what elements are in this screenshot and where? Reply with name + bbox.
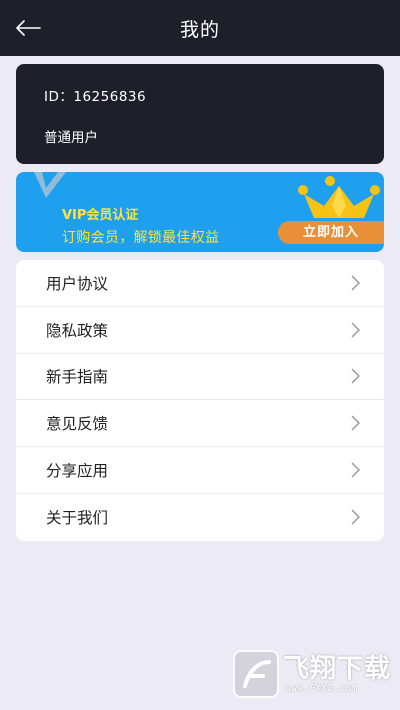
menu-item-privacy-policy[interactable]: 隐私政策 (16, 307, 384, 354)
page-title: 我的 (179, 18, 220, 41)
header-bar: 我的 (0, 0, 400, 56)
chevron-right-icon (351, 509, 360, 525)
crown-icon (298, 176, 380, 218)
user-id: ID：16256836 (44, 89, 147, 105)
app-screen: 我的 ID：16256836 普通用户 VIP会员认证 订购会员，解锁最佳权益 … (0, 0, 400, 710)
watermark-url: www.FXXZ.com (285, 683, 358, 694)
menu-item-label: 新手指南 (46, 368, 109, 387)
arrow-left-icon (16, 20, 41, 36)
user-type: 普通用户 (44, 130, 98, 146)
menu-item-label: 意见反馈 (46, 415, 109, 434)
ribbon-decoration-icon (34, 172, 66, 198)
chevron-right-icon (351, 275, 360, 291)
vip-banner[interactable]: VIP会员认证 订购会员，解锁最佳权益 立即加入 (16, 172, 384, 252)
menu-item-label: 用户协议 (46, 274, 109, 293)
chevron-right-icon (351, 415, 360, 431)
chevron-right-icon (351, 368, 360, 385)
menu-item-feedback[interactable]: 意见反馈 (16, 400, 384, 448)
menu-item-label: 隐私政策 (46, 321, 109, 340)
menu-item-beginner-guide[interactable]: 新手指南 (16, 354, 384, 401)
menu-item-user-agreement[interactable]: 用户协议 (16, 260, 384, 307)
menu-item-label: 分享应用 (46, 462, 109, 481)
back-button[interactable] (8, 10, 48, 46)
f-logo-icon (243, 660, 271, 688)
menu-item-label: 关于我们 (46, 509, 109, 528)
watermark-text: 飞翔下载 (283, 654, 392, 684)
menu-item-about-us[interactable]: 关于我们 (16, 494, 384, 541)
chevron-right-icon (351, 322, 360, 338)
join-now-button[interactable]: 立即加入 (278, 221, 384, 244)
vip-subtitle: 订购会员，解锁最佳权益 (62, 230, 220, 246)
profile-card: ID：16256836 普通用户 (16, 64, 384, 164)
vip-title: VIP会员认证 (62, 208, 139, 223)
menu-item-share-app[interactable]: 分享应用 (16, 447, 384, 494)
chevron-right-icon (351, 462, 360, 478)
watermark: 飞翔下载 www.FXXZ.com (233, 648, 393, 700)
settings-menu: 用户协议 隐私政策 新手指南 意见反馈 分享应用 关于我们 (16, 260, 384, 541)
watermark-logo-icon (233, 650, 279, 698)
